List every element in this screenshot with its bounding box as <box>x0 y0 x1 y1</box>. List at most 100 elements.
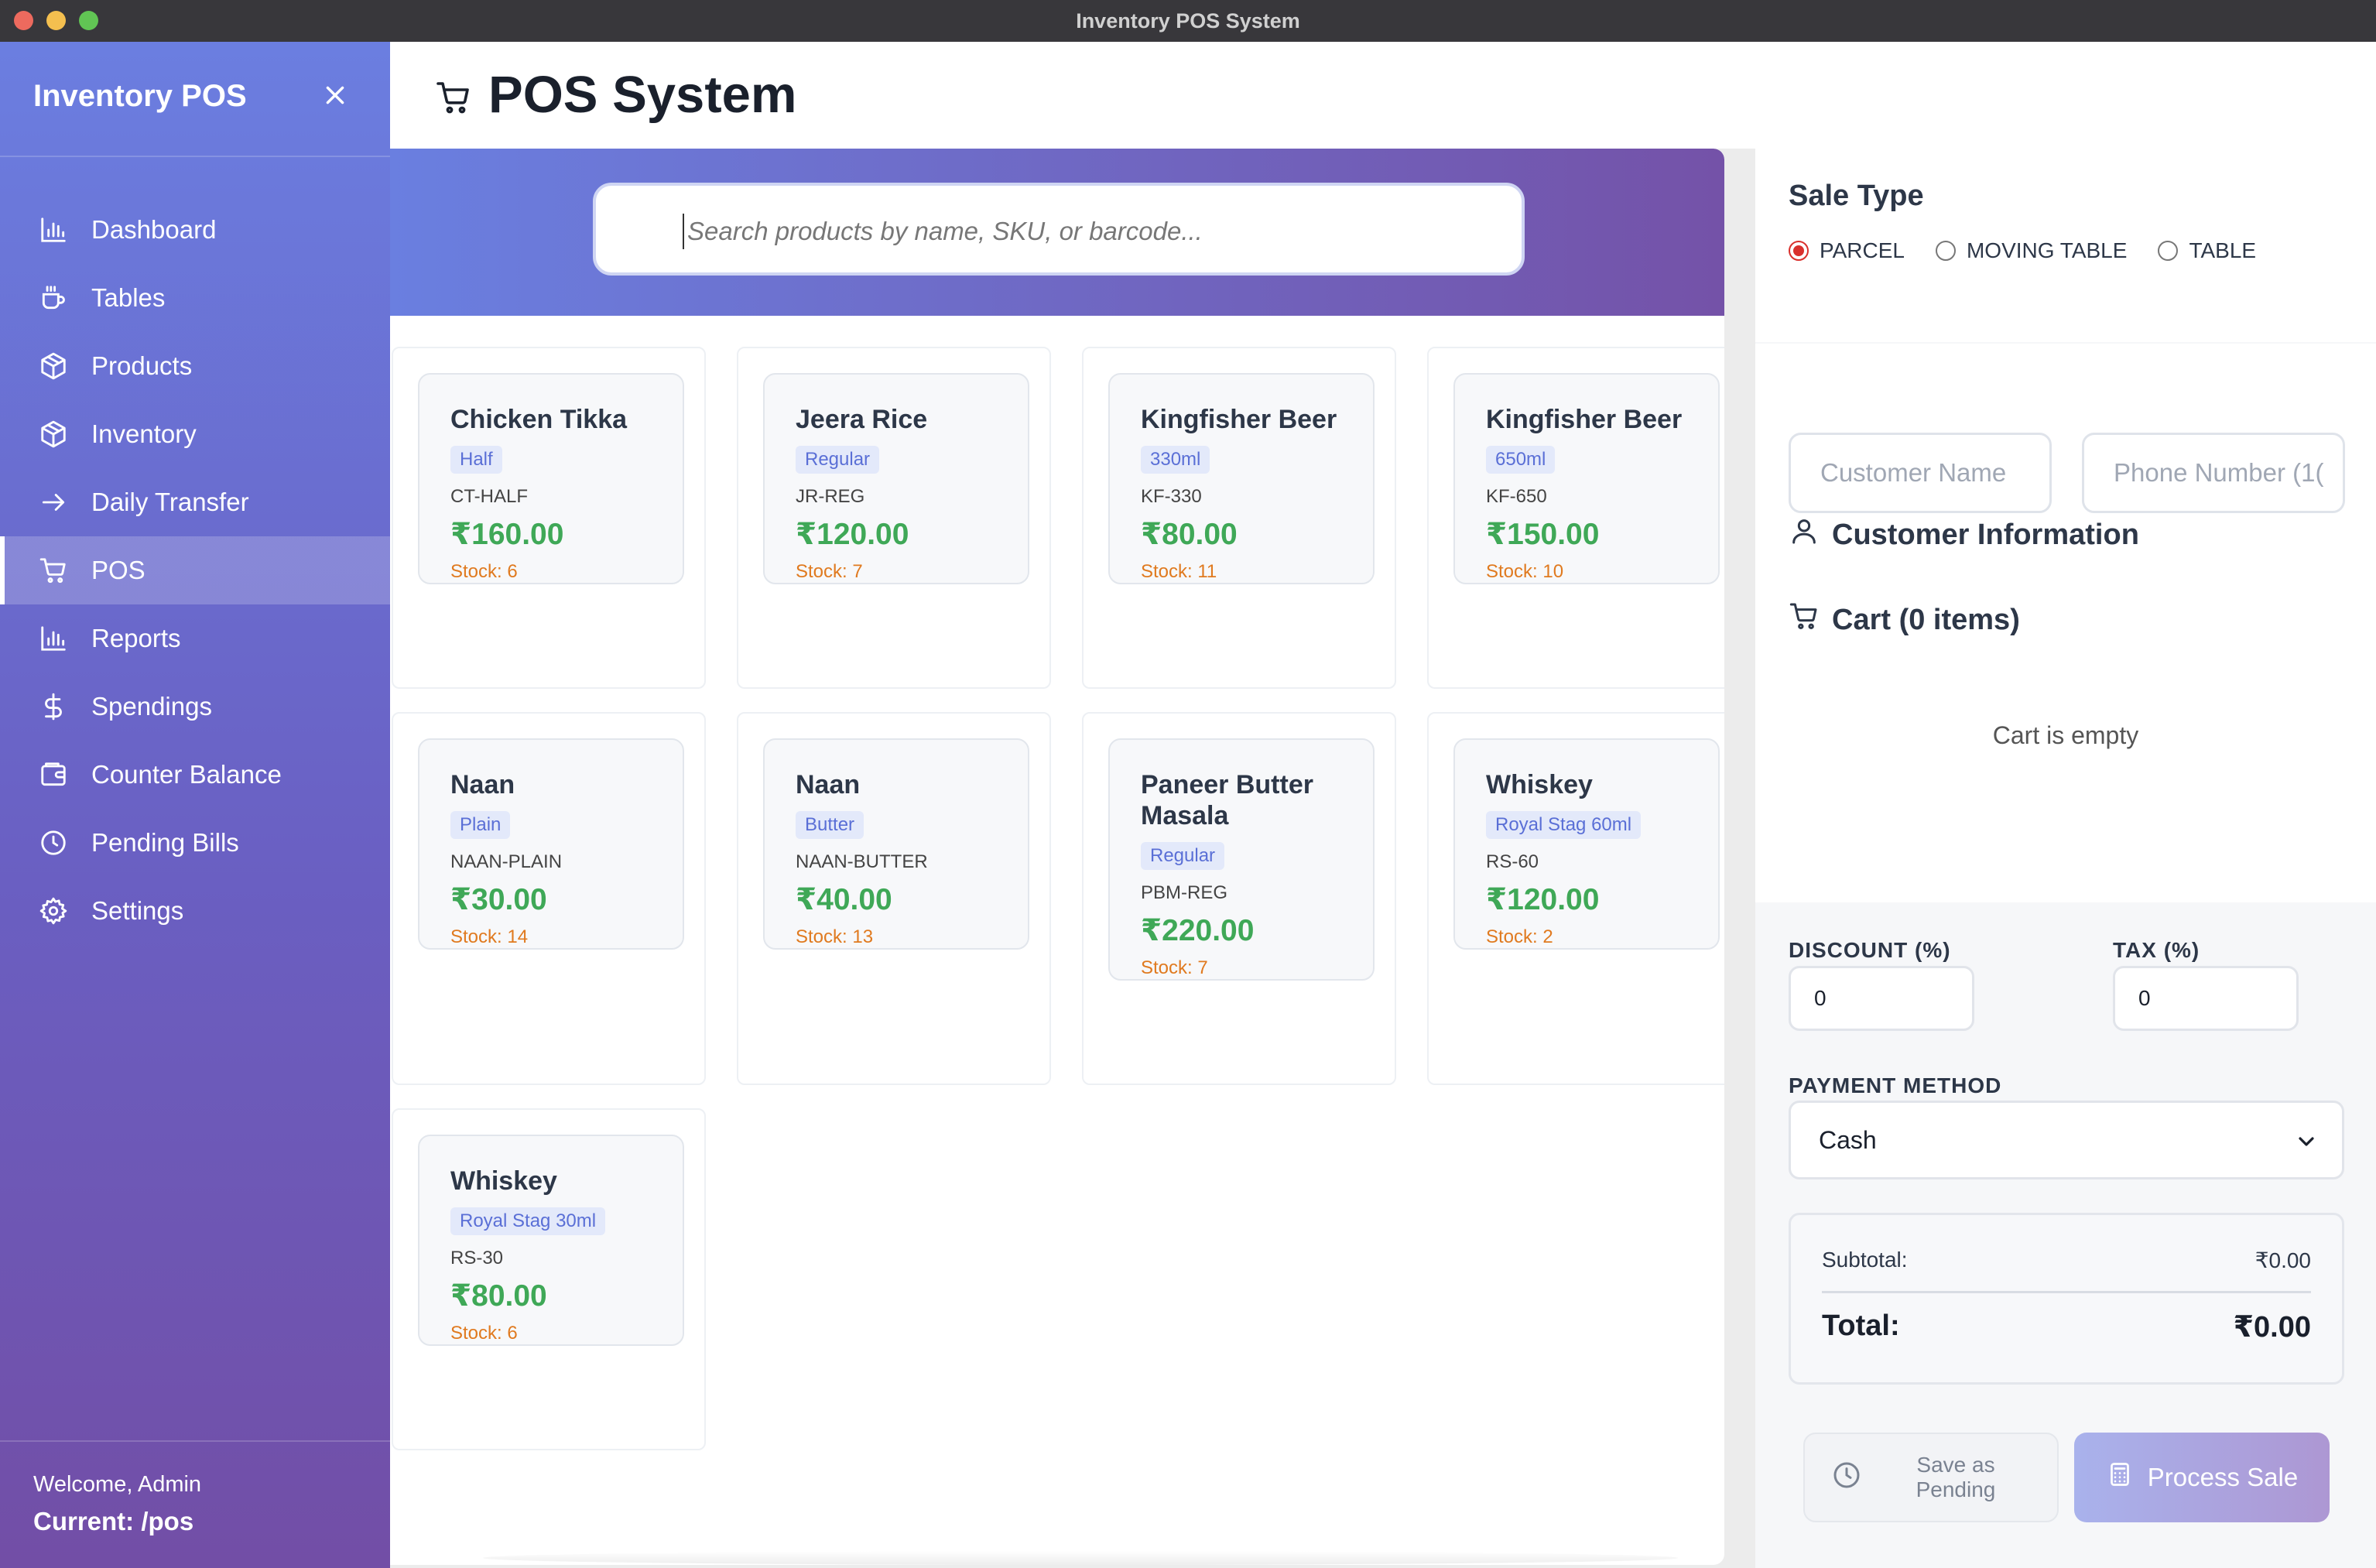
sidebar-item-label: Daily Transfer <box>91 488 249 516</box>
clock-icon <box>39 828 68 858</box>
product-card[interactable]: Chicken Tikka Half CT-HALF ₹160.00 Stock: 6 <box>418 373 684 584</box>
product-price: ₹120.00 <box>796 518 909 551</box>
product-name: Naan <box>796 770 861 799</box>
wallet-icon <box>39 760 68 789</box>
phone-number-input[interactable] <box>2082 433 2345 513</box>
payment-method-select[interactable]: Cash <box>1789 1101 2344 1179</box>
product-card[interactable]: Whiskey Royal Stag 30ml RS-30 ₹80.00 Stock: … <box>418 1135 684 1346</box>
window-title: Inventory POS System <box>1076 9 1300 33</box>
sidebar-item-reports[interactable]: Reports <box>0 604 390 673</box>
sale-type-option-moving-table[interactable]: MOVING TABLE <box>1935 238 2158 263</box>
sale-type-option-parcel[interactable]: PARCEL <box>1789 238 1936 263</box>
product-stock: Stock: 13 <box>796 926 874 947</box>
sidebar-item-counter-balance[interactable]: Counter Balance <box>0 741 390 809</box>
product-sku: KF-330 <box>1141 486 1202 507</box>
cart-title: Cart (0 items) <box>1789 601 2020 639</box>
product-card[interactable]: Kingfisher Beer 330ml KF-330 ₹80.00 Stock: 1… <box>1108 373 1375 584</box>
product-stock: Stock: 6 <box>450 561 518 582</box>
sidebar-item-spendings[interactable]: Spendings <box>0 673 390 741</box>
dollar-icon <box>39 692 68 721</box>
product-card[interactable]: Kingfisher Beer 650ml KF-650 ₹150.00 Stock: … <box>1453 373 1720 584</box>
product-card[interactable]: Paneer Butter Masala Regular PBM-REG ₹220.0… <box>1108 738 1375 981</box>
product-cell: Paneer Butter Masala Regular PBM-REG ₹220.0… <box>1082 712 1396 1085</box>
page-title: POS System <box>488 66 797 124</box>
pending-label-line1: Save as <box>1916 1453 1995 1477</box>
sidebar-item-daily-transfer[interactable]: Daily Transfer <box>0 468 390 536</box>
customer-title-text: Customer Information <box>1832 518 2139 551</box>
payment-method-value: Cash <box>1819 1125 1877 1154</box>
sidebar-item-label: POS <box>91 556 146 584</box>
sidebar-divider <box>0 156 390 157</box>
product-stock: Stock: 7 <box>1141 957 1208 978</box>
radio-label: MOVING TABLE <box>1966 238 2128 262</box>
sidebar-brand: Inventory POS <box>33 79 247 113</box>
cart-icon <box>435 79 472 116</box>
product-sku: NAAN-PLAIN <box>450 851 563 872</box>
sidebar: Inventory POS Dashboard Tables Products Inv… <box>0 42 390 1568</box>
product-card[interactable]: Naan Butter NAAN-BUTTER ₹40.00 Stock: 13 <box>763 738 1029 950</box>
product-name: Whiskey <box>1486 770 1593 799</box>
product-variant-badge: Half <box>450 446 502 474</box>
product-panel: Chicken Tikka Half CT-HALF ₹160.00 Stock: 6 J… <box>390 149 1724 1565</box>
product-variant-badge: Regular <box>1141 842 1225 870</box>
tax-label: TAX (%) <box>2113 938 2200 962</box>
product-card[interactable]: Jeera Rice Regular JR-REG ₹120.00 Stock: 7 <box>763 373 1029 584</box>
product-price: ₹220.00 <box>1141 914 1255 947</box>
tax-input[interactable] <box>2113 966 2299 1031</box>
discount-input[interactable] <box>1789 966 1974 1031</box>
product-stock: Stock: 11 <box>1141 561 1217 582</box>
sale-type-option-table[interactable]: TABLE <box>2158 238 2287 263</box>
radio-button[interactable] <box>2158 241 2179 261</box>
product-name: Naan <box>450 770 515 799</box>
product-sku: NAAN-BUTTER <box>796 851 928 872</box>
sidebar-item-dashboard[interactable]: Dashboard <box>0 196 390 264</box>
customer-title: Customer Information <box>1789 515 2139 554</box>
search-input[interactable] <box>683 214 1457 249</box>
panel-shadow <box>483 1551 1678 1565</box>
sidebar-item-label: Reports <box>91 624 181 652</box>
sale-type-title: Sale Type <box>1789 180 1924 212</box>
product-sku: RS-60 <box>1486 851 1539 872</box>
product-sku: PBM-REG <box>1141 882 1228 903</box>
sidebar-item-pos[interactable]: POS <box>0 536 390 604</box>
pending-label-line2: Pending <box>1916 1477 1996 1501</box>
sidebar-item-inventory[interactable]: Inventory <box>0 400 390 468</box>
chart-bar-icon <box>39 215 68 245</box>
radio-label: TABLE <box>2189 238 2257 262</box>
sidebar-item-label: Settings <box>91 896 184 925</box>
calculator-icon <box>2106 1460 2148 1494</box>
sidebar-item-pending-bills[interactable]: Pending Bills <box>0 809 390 877</box>
product-cell: Kingfisher Beer 330ml KF-330 ₹80.00 Stock: 1… <box>1082 347 1396 689</box>
sale-type-section: Sale Type PARCEL MOVING TABLE TABLE <box>1755 149 2376 342</box>
product-variant-badge: Regular <box>796 446 880 474</box>
product-variant-badge: 650ml <box>1486 446 1556 474</box>
subtotal-label: Subtotal: <box>1822 1248 1908 1272</box>
product-variant-badge: Plain <box>450 811 511 839</box>
process-sale-button[interactable]: Process Sale <box>2074 1433 2330 1522</box>
product-stock: Stock: 7 <box>796 561 863 582</box>
pending-button-label: Save as Pending <box>1890 1453 2022 1502</box>
save-as-pending-button[interactable]: Save as Pending <box>1803 1433 2059 1522</box>
product-stock: Stock: 2 <box>1486 926 1553 947</box>
sidebar-item-settings[interactable]: Settings <box>0 877 390 945</box>
customer-name-input[interactable] <box>1789 433 2052 513</box>
product-name: Chicken Tikka <box>450 405 628 434</box>
sidebar-close-icon[interactable] <box>317 77 353 113</box>
product-card[interactable]: Whiskey Royal Stag 60ml RS-60 ₹120.00 Stock:… <box>1453 738 1720 950</box>
sidebar-item-products[interactable]: Products <box>0 332 390 400</box>
cart-section: Cart (0 items) Cart is empty <box>1755 577 2376 902</box>
product-card[interactable]: Naan Plain NAAN-PLAIN ₹30.00 Stock: 14 <box>418 738 684 950</box>
sale-type-options: PARCEL MOVING TABLE TABLE <box>1789 238 2287 263</box>
product-price: ₹150.00 <box>1486 518 1600 551</box>
payment-method-label: PAYMENT METHOD <box>1789 1073 2002 1097</box>
product-cell: Chicken Tikka Half CT-HALF ₹160.00 Stock: 6 <box>392 347 706 689</box>
sidebar-item-label: Tables <box>91 283 166 312</box>
chevron-down-icon <box>2294 1129 2319 1154</box>
coffee-icon <box>39 283 68 313</box>
sidebar-item-tables[interactable]: Tables <box>0 264 390 332</box>
product-name: Kingfisher Beer <box>1141 405 1337 434</box>
search-box[interactable] <box>593 183 1525 276</box>
radio-button[interactable] <box>1789 241 1809 261</box>
product-sku: KF-650 <box>1486 486 1547 507</box>
radio-button[interactable] <box>1935 241 1956 261</box>
